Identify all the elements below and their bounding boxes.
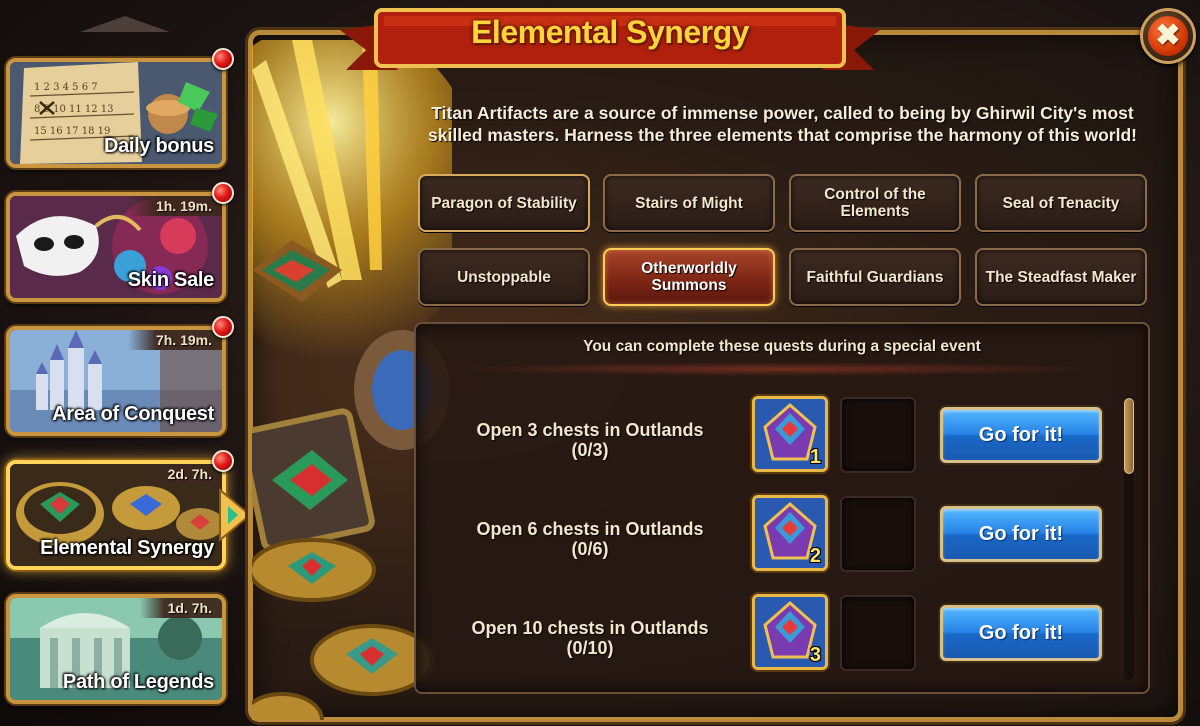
tab-unstoppable[interactable]: Unstoppable [418, 248, 590, 306]
tab-paragon-of-stability[interactable]: Paragon of Stability [418, 174, 590, 232]
sidebar-item-path-of-legends[interactable]: 1d. 7h. Path of Legends [6, 594, 226, 704]
go-for-it-button[interactable]: Go for it! [940, 506, 1102, 562]
quest-progress: (0/6) [571, 539, 609, 559]
quest-title: Open 6 chests in Outlands [476, 519, 704, 539]
tab-control-of-the-elements[interactable]: Control of the Elements [789, 174, 961, 232]
notification-dot [212, 182, 234, 204]
go-for-it-button[interactable]: Go for it! [940, 605, 1102, 661]
quest-list-header: You can complete these quests during a s… [583, 338, 981, 355]
event-description: Titan Artifacts are a source of immense … [428, 103, 1137, 145]
scroll-up-arrow-icon[interactable] [80, 14, 170, 34]
event-sidebar: 1 2 3 4 5 6 7 8 9 10 11 12 13 15 16 17 1… [0, 0, 252, 726]
quest-title: Open 10 chests in Outlands [471, 618, 709, 638]
reward-item[interactable]: 1 [752, 396, 828, 472]
event-timer: 7h. 19m. [127, 330, 222, 350]
header-divider [450, 362, 1110, 376]
sidebar-item-label: Area of Conquest [52, 403, 214, 425]
tab-otherworldly-summons[interactable]: Otherworldly Summons [603, 248, 775, 306]
empty-reward-slot [840, 496, 916, 572]
reward-quantity: 2 [809, 545, 821, 567]
sidebar-item-label: Elemental Synergy [40, 537, 214, 559]
close-button[interactable]: ✖ [1140, 8, 1196, 64]
empty-reward-slot [840, 595, 916, 671]
notification-dot [212, 450, 234, 472]
tab-seal-of-tenacity[interactable]: Seal of Tenacity [975, 174, 1147, 232]
event-timer: 1d. 7h. [139, 598, 222, 618]
event-timer: 1h. 19m. [127, 196, 222, 216]
sidebar-item-label: Path of Legends [62, 671, 214, 693]
page-title: Elemental Synergy [471, 14, 749, 50]
svg-text:1 2 3 4 5 6 7: 1 2 3 4 5 6 7 [34, 82, 98, 93]
tab-stairs-of-might[interactable]: Stairs of Might [603, 174, 775, 232]
reward-quantity: 1 [809, 446, 821, 468]
empty-reward-slot [840, 397, 916, 473]
active-item-pointer-icon [219, 487, 252, 543]
sidebar-item-label: Daily bonus [103, 135, 214, 157]
reward-item[interactable]: 2 [752, 495, 828, 571]
reward-item[interactable]: 3 [752, 594, 828, 670]
svg-text:15 16 17 18 19: 15 16 17 18 19 [34, 126, 110, 137]
sidebar-item-daily-bonus[interactable]: 1 2 3 4 5 6 7 8 9 10 11 12 13 15 16 17 1… [6, 58, 226, 168]
sidebar-item-label: Skin Sale [127, 269, 215, 291]
go-for-it-button[interactable]: Go for it! [940, 407, 1102, 463]
quest-progress: (0/10) [566, 638, 614, 658]
tab-faithful-guardians[interactable]: Faithful Guardians [789, 248, 961, 306]
sidebar-item-area-of-conquest[interactable]: 7h. 19m. Area of Conquest [6, 326, 226, 436]
notification-dot [212, 316, 234, 338]
quest-progress: (0/3) [571, 440, 609, 460]
notification-dot [212, 48, 234, 70]
quest-scrollbar-thumb[interactable] [1124, 398, 1134, 474]
sidebar-item-skin-sale[interactable]: 1h. 19m. Skin Sale [6, 192, 226, 302]
quest-title: Open 3 chests in Outlands [476, 420, 704, 440]
reward-quantity: 3 [809, 644, 821, 666]
tab-the-steadfast-maker[interactable]: The Steadfast Maker [975, 248, 1147, 306]
close-icon: ✖ [1148, 16, 1188, 56]
event-timer: 2d. 7h. [139, 464, 222, 484]
sidebar-item-elemental-synergy[interactable]: 2d. 7h. Elemental Synergy [6, 460, 226, 570]
